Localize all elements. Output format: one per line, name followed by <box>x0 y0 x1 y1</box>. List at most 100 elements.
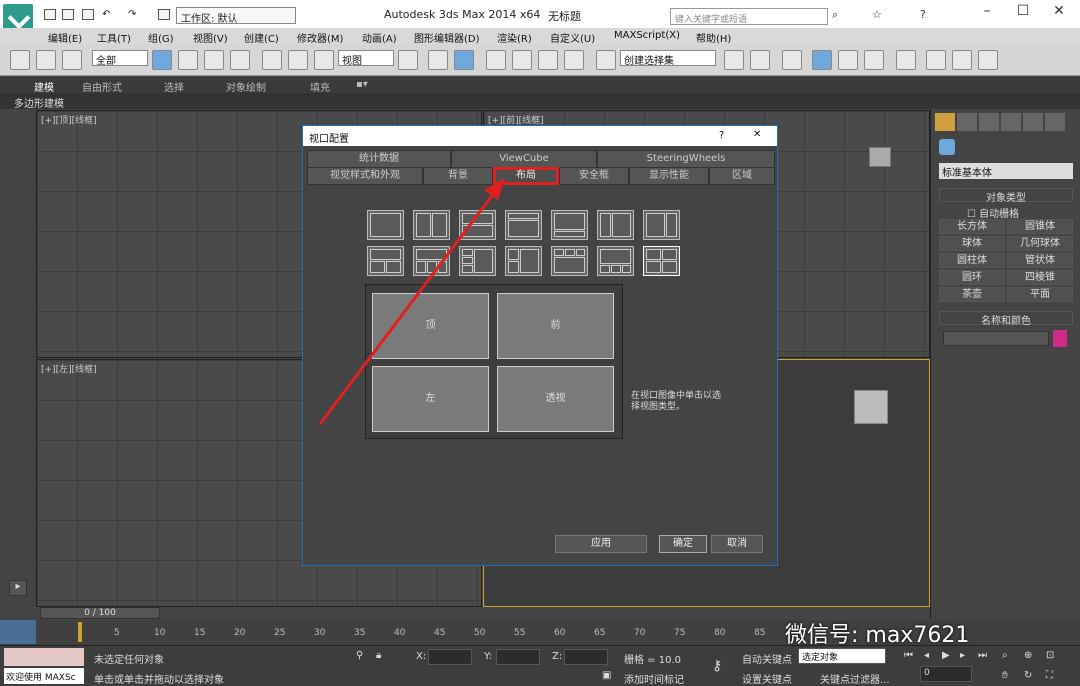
select-manipulate-icon[interactable] <box>428 50 448 70</box>
time-tag-icon[interactable]: ▣ <box>602 670 611 681</box>
sphere-button[interactable]: 球体 <box>939 236 1005 251</box>
menu-group[interactable]: 组(G) <box>148 30 174 45</box>
maximize-button[interactable]: ☐ <box>1008 3 1038 23</box>
viewport-top-label[interactable]: [+][顶][线框] <box>41 113 97 126</box>
object-type-rollout[interactable]: 对象类型 <box>939 188 1073 204</box>
box-button[interactable]: 长方体 <box>939 219 1005 234</box>
isolate-icon[interactable]: ⚲ <box>356 650 363 661</box>
name-color-rollout[interactable]: 名称和颜色 <box>939 311 1073 327</box>
layout-option-7[interactable] <box>643 210 680 240</box>
pan-icon[interactable]: ✋︎ <box>1002 670 1008 681</box>
tab-steeringwheels[interactable]: SteeringWheels <box>597 150 775 168</box>
geosphere-button[interactable]: 几何球体 <box>1007 236 1073 251</box>
layout-option-8[interactable] <box>367 246 404 276</box>
favorites-star-icon[interactable]: ☆ <box>872 8 882 21</box>
link-icon[interactable] <box>10 50 30 70</box>
search-input[interactable]: 键入关键字或短语 <box>670 8 828 25</box>
edit-named-selection-icon[interactable] <box>596 50 616 70</box>
set-key-button[interactable]: 设置关键点 <box>742 671 792 686</box>
rendered-frame-window-icon[interactable] <box>952 50 972 70</box>
lock-icon[interactable]: 🔒︎ <box>376 650 381 661</box>
goto-start-icon[interactable]: ⏮ <box>904 650 913 661</box>
z-coordinate-field[interactable] <box>564 649 608 665</box>
plane-button[interactable]: 平面 <box>1007 287 1073 302</box>
pivot-center-icon[interactable] <box>398 50 418 70</box>
select-object-icon[interactable] <box>152 50 172 70</box>
timeline-ruler[interactable]: 5 10 15 20 25 30 35 40 45 50 55 60 65 70 75 80 85 <box>80 622 780 642</box>
window-crossing-icon[interactable] <box>230 50 250 70</box>
current-frame-field[interactable]: 0 <box>920 666 972 682</box>
rotate-icon[interactable] <box>288 50 308 70</box>
workspace-dropdown[interactable]: 工作区: 默认 <box>176 7 296 25</box>
graphite-toolbar-icon[interactable] <box>812 50 832 70</box>
ribbon-tab-modeling[interactable]: 建模 <box>34 79 54 94</box>
menu-views[interactable]: 视图(V) <box>193 30 228 45</box>
keyboard-shortcut-override-icon[interactable] <box>454 50 474 70</box>
bind-spacewarp-icon[interactable] <box>62 50 82 70</box>
align-icon[interactable] <box>750 50 770 70</box>
apply-button[interactable]: 应用 <box>555 535 647 553</box>
tab-layout[interactable]: 布局 <box>493 167 559 185</box>
rectangular-selection-icon[interactable] <box>204 50 224 70</box>
viewcube-icon[interactable] <box>869 147 891 167</box>
cylinder-button[interactable]: 圆柱体 <box>939 253 1005 268</box>
zoom-extents-icon[interactable]: ⊡ <box>1046 650 1054 661</box>
key-filters-button[interactable]: 关键点过滤器... <box>820 671 890 686</box>
new-file-icon[interactable] <box>44 9 56 20</box>
spinner-snap-icon[interactable] <box>564 50 584 70</box>
menu-tools[interactable]: 工具(T) <box>97 30 131 45</box>
menu-help[interactable]: 帮助(H) <box>696 30 731 45</box>
ribbon-tab-selection[interactable]: 选择 <box>164 79 184 94</box>
move-icon[interactable] <box>262 50 282 70</box>
cancel-button[interactable]: 取消 <box>711 535 763 553</box>
play-icon[interactable]: ▶ <box>942 650 950 661</box>
menu-edit[interactable]: 编辑(E) <box>48 30 82 45</box>
help-icon[interactable]: ? <box>920 8 926 21</box>
layout-option-10[interactable] <box>459 246 496 276</box>
tab-viewcube[interactable]: ViewCube <box>451 150 597 168</box>
app-logo-icon[interactable] <box>3 4 33 30</box>
tab-display-performance[interactable]: 显示性能 <box>629 167 709 185</box>
save-file-icon[interactable] <box>82 9 94 20</box>
layout-option-1[interactable] <box>367 210 404 240</box>
named-selection-dropdown[interactable]: 创建选择集 <box>620 50 716 67</box>
geometry-icon[interactable] <box>939 139 955 155</box>
tube-button[interactable]: 管状体 <box>1007 253 1073 268</box>
menu-create[interactable]: 创建(C) <box>244 30 279 45</box>
key-filter-dropdown[interactable]: 选定对象 <box>798 648 886 664</box>
search-binoculars-icon[interactable]: ⌕ <box>832 8 838 22</box>
ribbon-tab-freeform[interactable]: 自由形式 <box>82 79 122 94</box>
orbit-icon[interactable]: ↻ <box>1024 670 1032 681</box>
layout-option-13[interactable] <box>597 246 634 276</box>
modify-tab-icon[interactable] <box>957 113 977 131</box>
dialog-close-button[interactable]: ✕ <box>753 129 761 140</box>
hierarchy-tab-icon[interactable] <box>979 113 999 131</box>
object-name-input[interactable] <box>943 331 1049 346</box>
minimize-button[interactable]: – <box>972 3 1002 23</box>
maxscript-listener[interactable] <box>4 648 84 666</box>
maximize-viewport-icon[interactable]: ⛶ <box>1046 670 1053 681</box>
preview-pane-perspective[interactable]: 透视 <box>497 366 614 432</box>
tab-background[interactable]: 背景 <box>423 167 493 185</box>
close-window-button[interactable]: ✕ <box>1044 3 1074 23</box>
menu-customize[interactable]: 自定义(U) <box>550 30 595 45</box>
open-file-icon[interactable] <box>62 9 74 20</box>
motion-tab-icon[interactable] <box>1001 113 1021 131</box>
curve-editor-icon[interactable] <box>838 50 858 70</box>
schematic-view-icon[interactable] <box>864 50 884 70</box>
display-tab-icon[interactable] <box>1023 113 1043 131</box>
unlink-icon[interactable] <box>36 50 56 70</box>
redo-icon[interactable]: ↷ <box>128 9 140 20</box>
ok-button[interactable]: 确定 <box>659 535 707 553</box>
expand-panel-icon[interactable]: ▸ <box>9 580 27 596</box>
angle-snap-icon[interactable] <box>512 50 532 70</box>
teapot-button[interactable]: 茶壶 <box>939 287 1005 302</box>
pyramid-button[interactable]: 四棱锥 <box>1007 270 1073 285</box>
cone-button[interactable]: 圆锥体 <box>1007 219 1073 234</box>
snap-toggle-icon[interactable] <box>486 50 506 70</box>
torus-button[interactable]: 圆环 <box>939 270 1005 285</box>
layer-explorer-icon[interactable] <box>782 50 802 70</box>
layout-option-14[interactable] <box>643 246 680 276</box>
add-time-tag-button[interactable]: 添加时间标记 <box>624 671 684 686</box>
viewcube-icon[interactable] <box>854 390 888 424</box>
